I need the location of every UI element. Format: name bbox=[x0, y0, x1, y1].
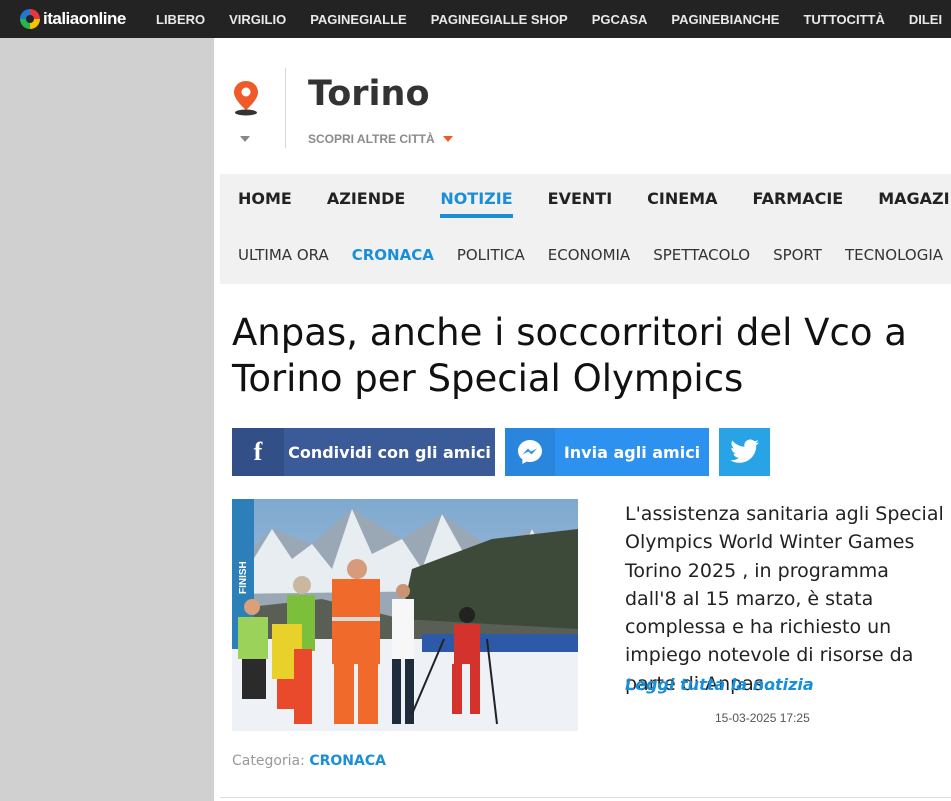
chevron-down-icon[interactable] bbox=[240, 136, 250, 142]
sub-nav-spettacolo[interactable]: SPETTACOLO bbox=[653, 246, 750, 264]
map-pin-icon[interactable] bbox=[232, 80, 260, 116]
top-bar: italiaonline LIBERO VIRGILIO PAGINEGIALL… bbox=[0, 0, 951, 38]
sub-nav-sport[interactable]: SPORT bbox=[773, 246, 822, 264]
main-nav-cinema[interactable]: CINEMA bbox=[647, 189, 717, 218]
main-nav-eventi[interactable]: EVENTI bbox=[548, 189, 613, 218]
main-nav-aziende[interactable]: AZIENDE bbox=[327, 189, 405, 218]
main-nav: HOME AZIENDE NOTIZIE EVENTI CINEMA FARMA… bbox=[238, 189, 951, 218]
article-excerpt-text: L'assistenza sanitaria agli Special Olym… bbox=[625, 503, 944, 695]
article-category: Categoria: CRONACA bbox=[232, 753, 386, 769]
read-more-link[interactable]: Leggi tutta la notizia bbox=[625, 675, 814, 694]
portal-link-paginegialle-shop[interactable]: PAGINEGIALLE SHOP bbox=[431, 12, 568, 27]
portal-link-virgilio[interactable]: VIRGILIO bbox=[229, 12, 286, 27]
messenger-share-label: Invia agli amici bbox=[563, 442, 701, 462]
sub-nav-politica[interactable]: POLITICA bbox=[457, 246, 525, 264]
main-nav-magazine[interactable]: MAGAZINE bbox=[878, 189, 951, 218]
messenger-icon bbox=[505, 428, 555, 476]
facebook-share-button[interactable]: f Condividi con gli amici bbox=[232, 428, 495, 476]
discover-cities-dropdown[interactable]: SCOPRI ALTRE CITTÀ bbox=[308, 132, 453, 146]
section-navigation: HOME AZIENDE NOTIZIE EVENTI CINEMA FARMA… bbox=[220, 174, 951, 284]
finish-banner-text: FINISH bbox=[238, 561, 249, 594]
main-nav-notizie[interactable]: NOTIZIE bbox=[440, 189, 513, 218]
discover-cities-label: SCOPRI ALTRE CITTÀ bbox=[308, 132, 435, 146]
main-nav-home[interactable]: HOME bbox=[238, 189, 292, 218]
messenger-share-button[interactable]: Invia agli amici bbox=[505, 428, 709, 476]
sub-nav-cronaca[interactable]: CRONACA bbox=[352, 246, 434, 264]
chevron-down-icon bbox=[442, 136, 453, 142]
facebook-share-label: Condividi con gli amici bbox=[288, 442, 491, 462]
facebook-icon: f bbox=[232, 428, 284, 476]
city-name: Torino bbox=[308, 74, 430, 114]
portal-link-pgcasa[interactable]: PGCASA bbox=[592, 12, 648, 27]
sub-nav-tecnologia[interactable]: TECNOLOGIA bbox=[845, 246, 943, 264]
article-photo[interactable]: FINISH bbox=[232, 499, 578, 731]
twitter-bird-icon bbox=[729, 439, 759, 463]
logo-text: italiaonline bbox=[43, 9, 126, 28]
category-label: Categoria: bbox=[232, 753, 305, 769]
content-divider bbox=[220, 797, 951, 798]
portal-link-paginebianche[interactable]: PAGINEBIANCHE bbox=[671, 12, 779, 27]
portal-link-dilei[interactable]: DILEI bbox=[909, 12, 942, 27]
sub-nav-ultima-ora[interactable]: ULTIMA ORA bbox=[238, 246, 329, 264]
category-link[interactable]: CRONACA bbox=[309, 753, 386, 769]
article-excerpt: L'assistenza sanitaria agli Special Olym… bbox=[625, 500, 945, 698]
sub-nav: ULTIMA ORA CRONACA POLITICA ECONOMIA SPE… bbox=[238, 246, 951, 264]
left-gutter bbox=[0, 38, 214, 801]
article-title: Anpas, anche i soccorritori del Vco a To… bbox=[232, 311, 907, 400]
portal-link-tuttocitta[interactable]: TUTTOCITTÀ bbox=[803, 12, 884, 27]
twitter-share-button[interactable] bbox=[719, 428, 770, 476]
italiaonline-logo-icon bbox=[20, 9, 40, 29]
italiaonline-logo[interactable]: italiaonline bbox=[20, 8, 126, 30]
portal-link-libero[interactable]: LIBERO bbox=[156, 12, 205, 27]
main-nav-farmacie[interactable]: FARMACIE bbox=[752, 189, 843, 218]
article-date: 15-03-2025 17:25 bbox=[715, 711, 810, 725]
portal-links: LIBERO VIRGILIO PAGINEGIALLE PAGINEGIALL… bbox=[156, 0, 951, 38]
sub-nav-economia[interactable]: ECONOMIA bbox=[548, 246, 630, 264]
header-divider bbox=[285, 68, 286, 148]
portal-link-paginegialle[interactable]: PAGINEGIALLE bbox=[310, 12, 407, 27]
